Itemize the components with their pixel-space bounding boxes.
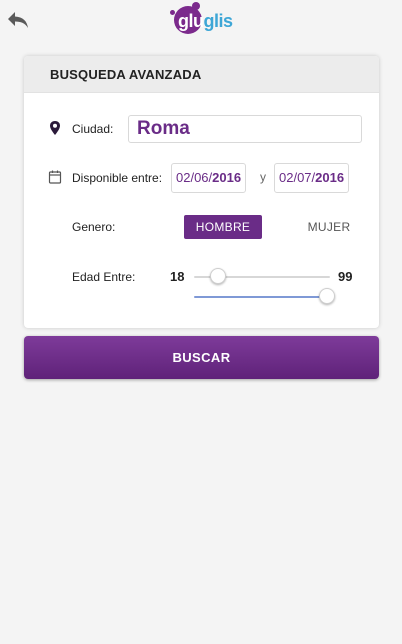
logo-drop-small <box>170 10 175 15</box>
search-button[interactable]: BUSCAR <box>24 336 379 379</box>
city-row: Ciudad: Roma <box>24 115 379 143</box>
date-from-input[interactable]: 02/06/2016 <box>171 163 247 193</box>
top-bar: gluglis <box>0 0 402 44</box>
calendar-icon <box>48 170 62 184</box>
city-label: Ciudad: <box>72 122 114 136</box>
dates-label: Disponible entre: <box>72 171 163 185</box>
logo-text: gluglis <box>178 11 233 32</box>
age-max-value: 99 <box>338 269 353 284</box>
age-max-slider-thumb[interactable] <box>319 288 335 304</box>
age-row: Edad Entre: 18 99 <box>24 266 379 312</box>
back-button[interactable] <box>6 10 30 30</box>
age-min-value: 18 <box>170 269 185 284</box>
advanced-search-panel: BUSQUEDA AVANZADA Ciudad: Roma Disponibl… <box>24 56 379 328</box>
date-to-year: 2016 <box>315 170 345 185</box>
map-pin-icon <box>50 121 60 135</box>
gender-label: Genero: <box>72 220 116 234</box>
age-min-slider-thumb[interactable] <box>210 268 226 284</box>
logo-text-tail: glis <box>203 11 234 31</box>
date-to-input[interactable]: 02/07/2016 <box>274 163 350 193</box>
date-from-year: 2016 <box>212 170 242 185</box>
date-to-daymonth: 02/07/ <box>279 170 316 185</box>
city-input[interactable]: Roma <box>128 115 362 143</box>
back-arrow-icon <box>8 12 28 28</box>
panel-title: BUSQUEDA AVANZADA <box>24 56 379 93</box>
date-separator: y <box>260 170 266 184</box>
age-max-track <box>194 296 328 298</box>
age-label: Edad Entre: <box>72 270 136 284</box>
logo-text-main: glu <box>178 11 204 31</box>
dates-row: Disponible entre: 02/06/2016 y 02/07/201… <box>24 163 379 193</box>
gender-option-mujer[interactable]: MUJER <box>290 215 368 239</box>
date-from-daymonth: 02/06/ <box>176 170 213 185</box>
gender-row: Genero: HOMBRE MUJER <box>24 215 379 239</box>
gender-option-hombre[interactable]: HOMBRE <box>184 215 262 239</box>
logo-drop <box>192 2 200 10</box>
gluglis-logo: gluglis <box>168 2 238 38</box>
